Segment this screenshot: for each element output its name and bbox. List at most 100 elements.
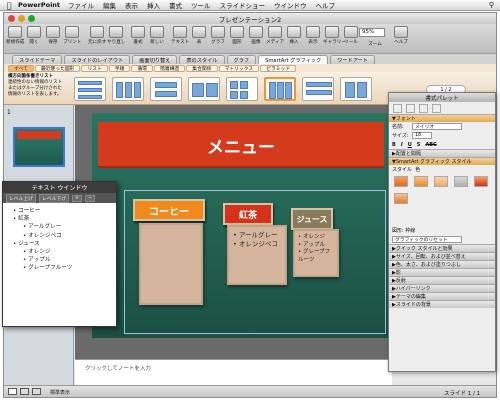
minimize-icon[interactable] — [18, 15, 25, 22]
shape-icon[interactable] — [406, 103, 415, 113]
print-button[interactable]: プリント — [63, 26, 81, 45]
card-head-juice[interactable]: ジュース — [291, 208, 333, 230]
table-button[interactable]: 表 — [190, 26, 208, 45]
text-window-outline[interactable]: • コーヒー • 紅茶 • アールグレー • オレンジペコ • ジュース • オ… — [3, 203, 116, 277]
section-shadow[interactable]: ▶ 影 — [389, 268, 495, 276]
section-theme-edit[interactable]: ▶ テーマの編集 — [389, 292, 495, 300]
save-button[interactable]: 保存 — [44, 26, 62, 45]
media-button[interactable]: メディア — [266, 26, 284, 45]
section-font[interactable]: ▼ フォント — [389, 114, 495, 122]
add-bullet-icon[interactable]: + — [72, 194, 83, 202]
picture-button[interactable]: 画像 — [247, 26, 265, 45]
menu-format[interactable]: 書式 — [169, 0, 182, 10]
shadow-button[interactable]: S — [417, 142, 421, 148]
format-button[interactable]: 書式 — [129, 26, 147, 45]
section-smartart-styles[interactable]: ▼ SmartArt グラフィック スタイル — [389, 157, 495, 165]
underline-button[interactable]: U — [408, 142, 412, 148]
slide-thumbnail[interactable] — [13, 127, 65, 167]
menu-edit[interactable]: 編集 — [103, 0, 116, 10]
tab-slide-layouts[interactable]: スライドのレイアウト — [64, 55, 131, 64]
style-swatch[interactable] — [413, 176, 428, 187]
list-item[interactable]: • オレンジペコ — [9, 232, 110, 240]
redo-button[interactable]: やり直し — [107, 26, 125, 45]
category-relationship[interactable]: 集合関係 — [186, 64, 218, 72]
tab-wordart[interactable]: ワードアート — [330, 55, 375, 64]
card-head-coffee[interactable]: コーヒー — [133, 199, 205, 221]
layout-thumb-7[interactable] — [302, 77, 334, 101]
apple-icon[interactable]:  — [0, 1, 18, 10]
list-item[interactable]: • ジュース — [9, 240, 110, 248]
reset-graphic-button[interactable]: グラフィックのリセット — [389, 235, 495, 244]
section-alignment[interactable]: ▶ 配置と間隔 — [389, 149, 495, 157]
list-item[interactable]: • アールグレー — [9, 223, 110, 231]
insert-button[interactable]: 挿入 — [285, 26, 303, 45]
zoom-window-icon[interactable] — [28, 15, 35, 22]
category-cycle[interactable]: 循環 — [131, 64, 154, 72]
menu-help[interactable]: ヘルプ — [316, 0, 336, 10]
tab-transitions[interactable]: 画面切り替え — [132, 55, 178, 64]
view-button[interactable]: 表示 — [304, 26, 322, 45]
layout-thumb-1[interactable] — [74, 77, 106, 101]
menu-window[interactable]: ウインドウ — [274, 0, 307, 10]
style-swatch[interactable] — [473, 176, 488, 187]
app-name[interactable]: PowerPoint — [18, 1, 60, 9]
section-color-weight-fill[interactable]: ▶ 色、太さ、および塗りつぶし — [389, 260, 495, 268]
style-tab[interactable]: スタイル — [392, 166, 412, 173]
style-swatch[interactable] — [394, 176, 408, 187]
tab-slide-themes[interactable]: スライドテーマ — [12, 55, 63, 64]
slideshow-icon[interactable] — [32, 388, 41, 395]
menu-file[interactable]: ファイル — [68, 0, 94, 10]
section-hyperlink[interactable]: ▶ ハイパーリンク — [389, 284, 495, 292]
card-body-tea[interactable]: • アールグレー • オレンジペコ — [227, 225, 287, 285]
help-button[interactable]: ヘルプ — [392, 26, 410, 45]
promote-button[interactable]: レベル上げ — [6, 193, 36, 203]
gallery-button[interactable]: ギャラリー — [323, 26, 346, 45]
tools-button[interactable]: ツール — [342, 26, 360, 45]
chart-button[interactable]: グラフ — [209, 26, 227, 45]
border-dropdown[interactable]: 枠線 — [405, 227, 415, 234]
remove-bullet-icon[interactable]: − — [85, 194, 96, 202]
style-swatch[interactable] — [433, 176, 448, 187]
card-body-coffee[interactable] — [139, 223, 203, 305]
tab-smartart[interactable]: SmartArt グラフィック — [258, 55, 329, 64]
slide-sorter-icon[interactable] — [20, 388, 29, 395]
table-icon[interactable] — [432, 103, 441, 113]
layout-thumb-3[interactable] — [150, 77, 182, 101]
color-tab[interactable]: 色 — [415, 166, 420, 173]
new-button[interactable]: 新規作成 — [6, 26, 24, 45]
style-swatch[interactable] — [394, 193, 408, 204]
layout-thumb-2[interactable] — [112, 77, 144, 101]
list-item[interactable]: • グレープフルーツ — [9, 264, 110, 272]
section-reflection[interactable]: ▶ 反射 — [389, 276, 495, 284]
category-matrix[interactable]: マトリックス — [218, 64, 260, 72]
zoom-field[interactable]: 95% — [359, 28, 385, 37]
tab-table-styles[interactable]: 表のスタイル — [179, 55, 225, 64]
shape-button[interactable]: 図形 — [228, 26, 246, 45]
undo-button[interactable]: 元に戻す — [88, 26, 106, 45]
slide[interactable]: メニュー コーヒー 紅茶 • アールグレー • オレンジペコ ジュース • オレ… — [92, 113, 390, 338]
category-pyramid[interactable]: ピラミッド — [260, 64, 297, 72]
category-process[interactable]: 手順 — [108, 64, 131, 72]
italic-button[interactable]: I — [401, 142, 403, 148]
list-item[interactable]: • コーヒー — [9, 207, 110, 215]
text-icon[interactable] — [393, 103, 402, 113]
strikethrough-button[interactable]: ABC — [425, 142, 436, 148]
new-slide-button[interactable]: 新しい — [148, 26, 166, 45]
close-icon[interactable] — [8, 15, 15, 22]
demote-button[interactable]: レベル下げ — [39, 193, 69, 203]
category-recent[interactable]: 最近使った図形 — [34, 64, 81, 72]
spotlight-icon[interactable]: ⚲ — [489, 1, 494, 9]
slide-title[interactable]: メニュー — [98, 122, 384, 168]
menu-tools[interactable]: ツール — [191, 0, 211, 10]
menu-slideshow[interactable]: スライドショー — [220, 0, 266, 10]
section-quick-styles[interactable]: ▶ クイック スタイルと効果 — [389, 244, 495, 252]
layout-thumb-4[interactable] — [188, 77, 220, 101]
card-head-tea[interactable]: 紅茶 — [223, 203, 273, 225]
list-item[interactable]: • 紅茶 — [9, 215, 110, 223]
list-item[interactable]: • オレンジ — [9, 248, 110, 256]
section-slide-background[interactable]: ▶ スライドの背景 — [389, 300, 495, 308]
bold-button[interactable]: B — [392, 142, 396, 148]
textbox-button[interactable]: テキスト — [171, 26, 189, 45]
open-button[interactable]: 開く — [25, 26, 43, 45]
font-name-field[interactable]: メイリオ — [412, 123, 462, 130]
